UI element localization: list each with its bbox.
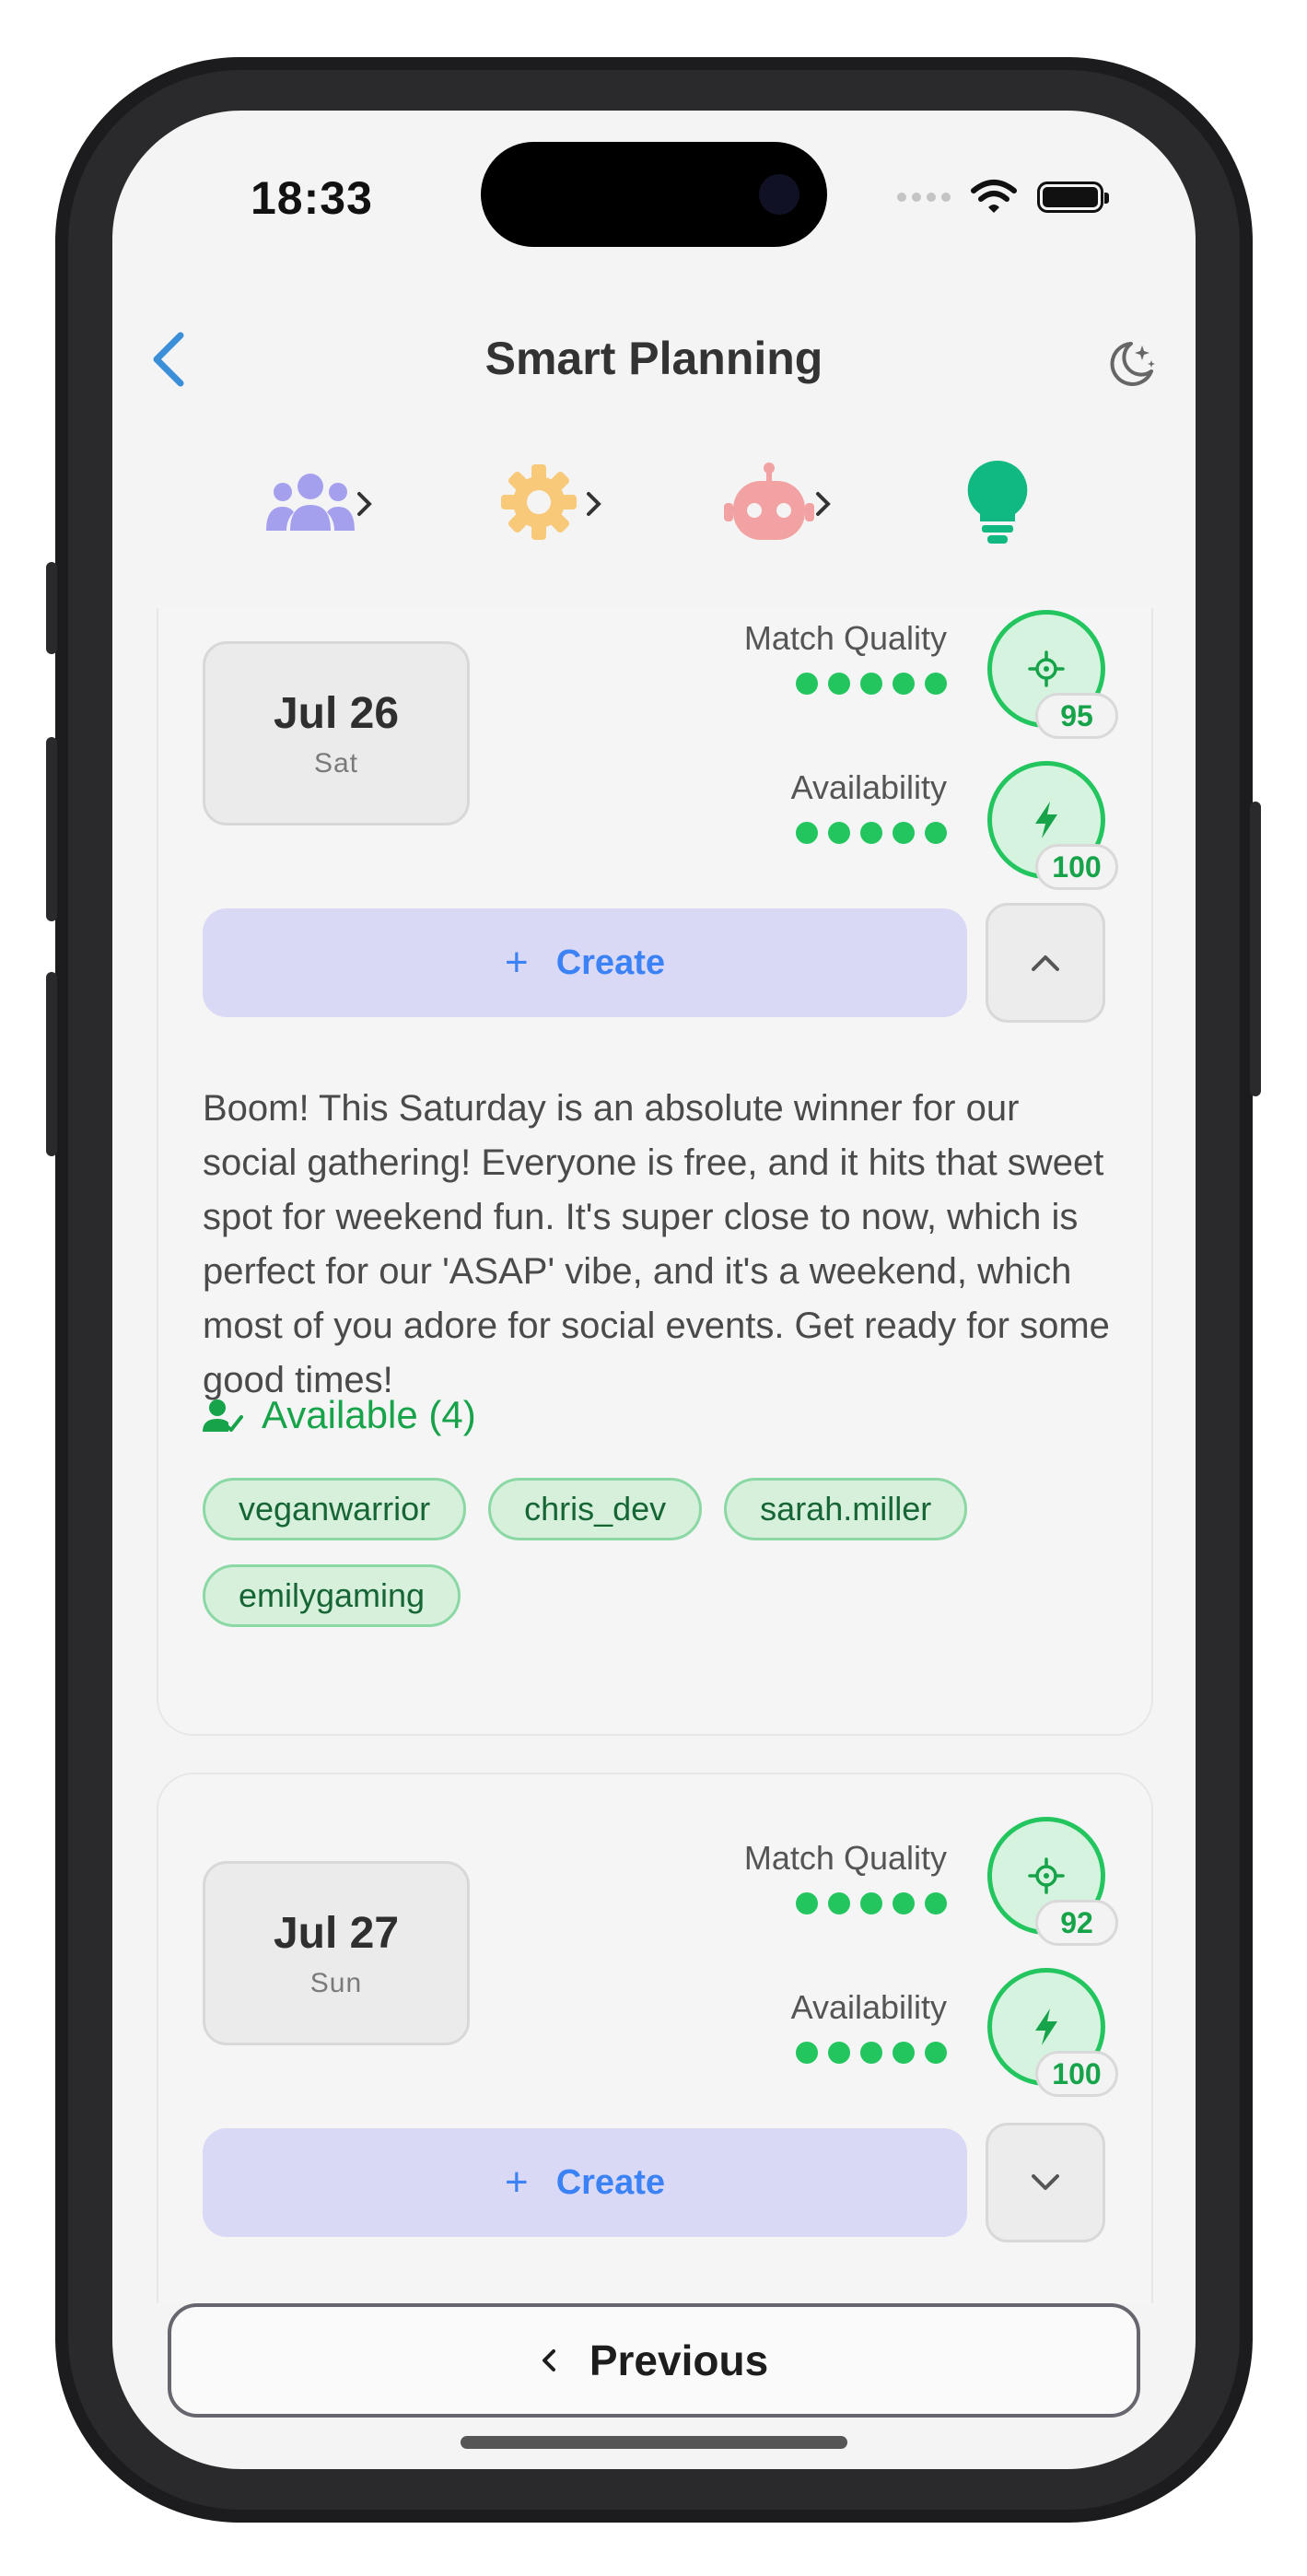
availability-score: 100 xyxy=(1035,844,1118,890)
expand-button[interactable] xyxy=(986,2123,1105,2242)
target-icon xyxy=(1028,1857,1065,1894)
date-label: Jul 26 xyxy=(273,689,400,738)
plus-icon: + xyxy=(505,940,529,985)
available-heading: Available (4) xyxy=(203,1393,476,1437)
user-chip[interactable]: sarah.miller xyxy=(724,1478,968,1540)
date-box: Jul 26 Sat xyxy=(203,641,470,825)
lightning-icon xyxy=(1035,2008,1057,2045)
target-icon xyxy=(1028,650,1065,687)
chevron-right-icon xyxy=(816,492,831,516)
previous-label: Previous xyxy=(589,2336,769,2384)
lightbulb-icon xyxy=(967,460,1028,544)
user-chip[interactable]: veganwarrior xyxy=(203,1478,467,1540)
weekday-label: Sun xyxy=(309,1968,363,1998)
page-title: Smart Planning xyxy=(484,333,823,384)
create-label: Create xyxy=(555,943,665,982)
step-arrow-1 xyxy=(346,481,383,527)
match-quality-score: 95 xyxy=(1035,693,1118,739)
volume-up-button xyxy=(46,737,57,921)
status-time: 18:33 xyxy=(251,172,373,224)
suggestion-card: Jul 27 Sun Match Quality 92 Availability… xyxy=(157,1773,1153,2303)
app-header: Smart Planning xyxy=(112,304,1196,424)
available-users: veganwarrior chris_dev sarah.miller emil… xyxy=(203,1478,1114,1627)
camera-icon xyxy=(759,174,799,215)
suggestion-description: Boom! This Saturday is an absolute winne… xyxy=(203,1088,1110,1400)
date-label: Jul 27 xyxy=(273,1909,400,1958)
suggestion-card: Jul 26 Sat Match Quality 95 Availability… xyxy=(157,608,1153,1736)
status-icons xyxy=(897,179,1109,216)
match-quality-dots xyxy=(796,673,947,695)
theme-toggle-button[interactable] xyxy=(1094,327,1168,401)
step-arrow-3 xyxy=(805,481,842,527)
create-label: Create xyxy=(555,2162,665,2202)
match-quality-label: Match Quality xyxy=(743,1839,947,1877)
match-quality-dots xyxy=(796,1892,947,1914)
dynamic-island xyxy=(481,142,827,247)
available-label: Available (4) xyxy=(262,1393,476,1436)
availability-score: 100 xyxy=(1035,2051,1118,2097)
planning-stepper xyxy=(112,451,1196,571)
match-quality-label: Match Quality xyxy=(743,619,947,657)
robot-icon xyxy=(724,463,814,540)
power-button xyxy=(1250,802,1261,1096)
chevron-down-icon xyxy=(1032,2174,1059,2190)
create-event-button[interactable]: + Create xyxy=(203,908,967,1017)
cellular-signal-icon xyxy=(897,193,951,202)
availability-label: Availability xyxy=(790,768,947,806)
user-chip[interactable]: chris_dev xyxy=(488,1478,703,1540)
availability-dots xyxy=(796,2042,947,2064)
gear-icon xyxy=(501,464,577,540)
chevron-right-icon xyxy=(357,492,372,516)
create-event-button[interactable]: + Create xyxy=(203,2128,967,2237)
plus-icon: + xyxy=(505,2160,529,2205)
availability-label: Availability xyxy=(790,1988,947,2026)
lightning-icon xyxy=(1035,802,1057,838)
screen: 18:33 Smart Planning Jul 26 Sat Match Qu… xyxy=(112,111,1196,2469)
people-icon xyxy=(266,474,355,531)
previous-button[interactable]: Previous xyxy=(168,2303,1140,2418)
user-check-icon xyxy=(203,1399,243,1432)
step-arrow-2 xyxy=(576,481,613,527)
chevron-up-icon xyxy=(1032,955,1059,971)
battery-icon xyxy=(1037,181,1109,213)
volume-down-button xyxy=(46,972,57,1156)
home-indicator xyxy=(461,2436,847,2449)
action-button xyxy=(46,562,57,654)
date-box: Jul 27 Sun xyxy=(203,1861,470,2045)
user-chip[interactable]: emilygaming xyxy=(203,1564,461,1627)
match-quality-score: 92 xyxy=(1035,1900,1118,1946)
collapse-button[interactable] xyxy=(986,903,1105,1023)
chevron-right-icon xyxy=(587,492,601,516)
moon-stars-icon xyxy=(1110,342,1155,386)
chevron-left-icon xyxy=(542,2349,555,2371)
wifi-icon xyxy=(971,180,1017,213)
weekday-label: Sat xyxy=(313,748,359,779)
step-settings[interactable] xyxy=(488,451,589,553)
suggestions-list[interactable]: Jul 26 Sat Match Quality 95 Availability… xyxy=(112,608,1196,2303)
availability-dots xyxy=(796,822,947,844)
step-suggestions[interactable] xyxy=(947,451,1048,553)
